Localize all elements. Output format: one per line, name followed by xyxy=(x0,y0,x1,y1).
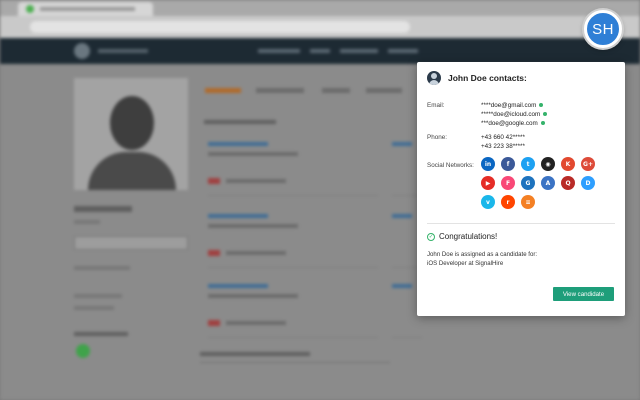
foursquare-icon[interactable]: F xyxy=(501,176,515,190)
twitter-icon[interactable]: t xyxy=(521,157,535,171)
browser-tab xyxy=(18,2,153,16)
google-plus-icon[interactable]: G+ xyxy=(581,157,595,171)
contacts-popup: John Doe contacts: Email: ****doe@gmail.… xyxy=(417,62,625,316)
browser-address-bar xyxy=(0,16,640,38)
quora-icon[interactable]: Q xyxy=(561,176,575,190)
check-circle-icon: ✓ xyxy=(427,232,435,241)
phone-label: Phone: xyxy=(427,134,447,141)
social-networks-list: in f t ◉ K G+ ▶ F G A Q Dv r ≡ xyxy=(481,157,606,214)
phone-item[interactable]: +43 660 42***** xyxy=(481,134,525,141)
popup-title: John Doe contacts: xyxy=(448,73,527,83)
profile-photo xyxy=(74,78,188,190)
klout-icon[interactable]: K xyxy=(561,157,575,171)
avatar xyxy=(427,71,441,85)
verified-dot-icon xyxy=(539,103,544,108)
verified-dot-icon xyxy=(543,112,548,117)
congrats-title: Congratulations! xyxy=(439,232,498,241)
github-icon[interactable]: ◉ xyxy=(541,157,555,171)
email-item[interactable]: ***doe@google.com xyxy=(481,120,545,127)
phone-item[interactable]: +43 223 38***** xyxy=(481,143,525,150)
email-item[interactable]: ****doe@gmail.com xyxy=(481,102,544,109)
youtube-icon[interactable]: ▶ xyxy=(481,176,495,190)
view-candidate-button[interactable]: View candidate xyxy=(553,287,614,301)
divider xyxy=(427,223,615,224)
social-networks-label: Social Networks: xyxy=(427,162,474,169)
assignment-position: iOS Developer at SignalHire xyxy=(427,260,504,267)
signalhire-extension-button[interactable]: SH xyxy=(584,10,622,48)
verified-dot-icon xyxy=(540,121,545,126)
email-item[interactable]: *****doe@icloud.com xyxy=(481,111,548,118)
gravatar-icon[interactable]: G xyxy=(521,176,535,190)
congrats-heading: ✓ Congratulations! xyxy=(427,232,497,241)
site-navbar xyxy=(0,38,640,64)
disqus-icon[interactable]: D xyxy=(581,176,595,190)
stackoverflow-icon[interactable]: ≡ xyxy=(521,195,535,209)
angellist-icon[interactable]: A xyxy=(541,176,555,190)
assignment-message: John Doe is assigned as a candidate for: xyxy=(427,251,538,258)
linkedin-icon[interactable]: in xyxy=(481,157,495,171)
email-label: Email: xyxy=(427,102,445,109)
vimeo-icon[interactable]: v xyxy=(481,195,495,209)
reddit-icon[interactable]: r xyxy=(501,195,515,209)
facebook-icon[interactable]: f xyxy=(501,157,515,171)
popup-header: John Doe contacts: xyxy=(427,70,527,86)
browser-tab-bar xyxy=(0,0,640,16)
